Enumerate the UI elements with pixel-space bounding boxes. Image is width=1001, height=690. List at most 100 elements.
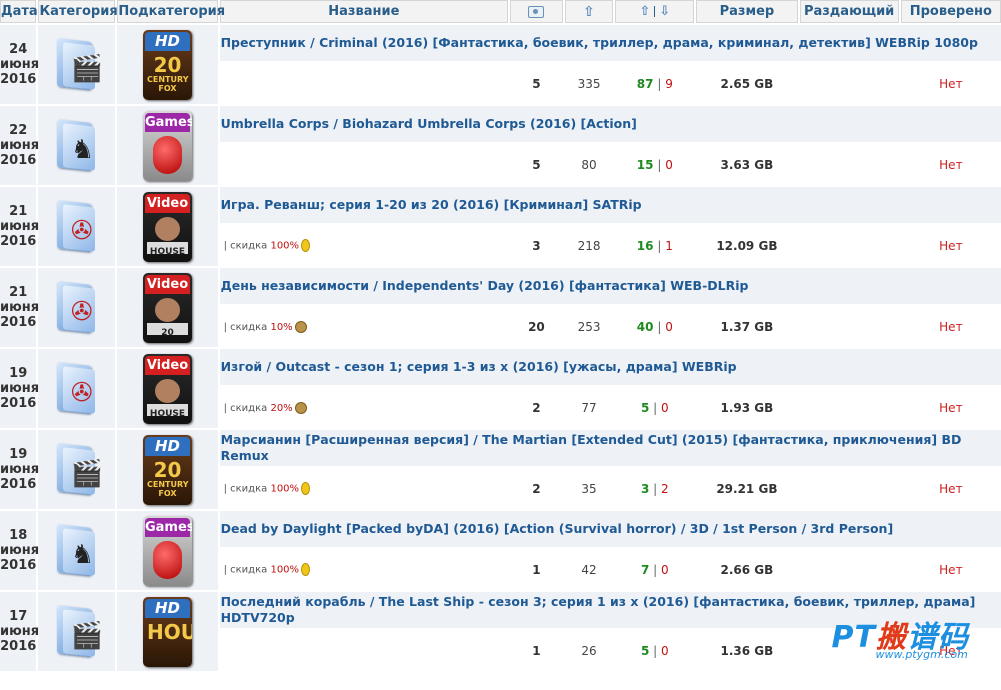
coin-icon <box>301 563 311 576</box>
row-checked: Нет <box>900 549 1001 590</box>
row-comments[interactable]: 3 <box>510 225 563 266</box>
row-uploader[interactable] <box>799 468 899 509</box>
row-downloads: 26 <box>564 630 614 671</box>
chess-folder-icon[interactable]: ♞ <box>49 522 105 580</box>
row-subcategory[interactable]: Games <box>117 511 218 590</box>
film-folder-icon[interactable]: 🎬 <box>49 441 105 499</box>
subcategory-logo: HOUSE <box>146 619 192 644</box>
row-title-cell: Изгой / Outcast - сезон 1; серия 1-3 из … <box>219 349 1001 385</box>
row-peers[interactable]: 5 | 0 <box>615 630 695 671</box>
reel-folder-icon[interactable]: ✇ <box>49 360 105 418</box>
watermark-url: www.ptygm.com <box>875 648 968 661</box>
row-discount <box>219 144 509 185</box>
chess-folder-icon[interactable]: ♞ <box>49 117 105 175</box>
torrent-title-link[interactable]: День независимости / Independents' Day (… <box>221 278 1001 294</box>
torrent-title-link[interactable]: Dead by Daylight [Packed byDA] (2016) [A… <box>221 521 1001 537</box>
subcategory-video-icon[interactable]: Video HOUSE <box>142 353 192 424</box>
header-title[interactable]: Название <box>219 0 509 23</box>
row-subcategory[interactable]: HDHOUSE <box>117 592 218 671</box>
header-size[interactable]: Размер <box>696 0 798 23</box>
row-category[interactable]: ♞ <box>38 106 116 185</box>
row-checked: Нет <box>900 468 1001 509</box>
row-downloads: 253 <box>564 306 614 347</box>
row-peers[interactable]: 40 | 0 <box>615 306 695 347</box>
row-category[interactable]: ✇ <box>38 187 116 266</box>
subcategory-mouse-icon <box>152 540 182 579</box>
subcategory-badge: Video <box>144 274 190 294</box>
subcategory-badge: HD <box>144 436 190 456</box>
header-checked[interactable]: Проверено <box>900 0 1001 23</box>
row-peers[interactable]: 5 | 0 <box>615 387 695 428</box>
row-peers[interactable]: 3 | 2 <box>615 468 695 509</box>
row-peers[interactable]: 15 | 0 <box>615 144 695 185</box>
subcategory-hd-icon[interactable]: HD 20 CENTURY FOX <box>142 29 192 100</box>
subcategory-video-icon[interactable]: Video 20 <box>142 272 192 343</box>
row-peers[interactable]: 7 | 0 <box>615 549 695 590</box>
row-category[interactable]: ✇ <box>38 268 116 347</box>
row-category[interactable]: 🎬 <box>38 592 116 671</box>
row-subcategory[interactable]: HD 20 CENTURY FOX <box>117 430 218 509</box>
row-comments[interactable]: 2 <box>510 387 563 428</box>
seeders-arrow-icon: ⇧ <box>639 4 651 19</box>
torrent-title-link[interactable]: Преступник / Criminal (2016) [Фантастика… <box>221 35 1001 51</box>
header-downloads[interactable]: ⇧ <box>564 0 614 23</box>
row-category[interactable]: 🎬 <box>38 25 116 104</box>
torrent-title-link[interactable]: Марсианин [Расширенная версия] / The Mar… <box>221 432 1001 464</box>
reel-folder-icon[interactable]: ✇ <box>49 198 105 256</box>
seeders-count: 3 <box>640 481 650 496</box>
subcategory-games-icon[interactable]: Games <box>142 110 192 181</box>
row-category[interactable]: ✇ <box>38 349 116 428</box>
row-category[interactable]: 🎬 <box>38 430 116 509</box>
row-uploader[interactable] <box>799 387 899 428</box>
row-subcategory[interactable]: Video 20 <box>117 268 218 347</box>
table-row: 21 июня 2016 ✇ Video HOUSE Игра. Реванш; серия… <box>0 187 1001 266</box>
row-comments[interactable]: 20 <box>510 306 563 347</box>
film-folder-icon[interactable]: 🎬 <box>49 36 105 94</box>
row-title-cell: Игра. Реванш; серия 1-20 из 20 (2016) [К… <box>219 187 1001 223</box>
row-peers[interactable]: 16 | 1 <box>615 225 695 266</box>
row-uploader[interactable] <box>799 549 899 590</box>
row-comments[interactable]: 1 <box>510 549 563 590</box>
row-downloads: 80 <box>564 144 614 185</box>
subcategory-badge: Games <box>144 517 192 537</box>
subcategory-badge: Games <box>144 112 192 132</box>
subcategory-video-icon[interactable]: Video HOUSE <box>142 191 192 262</box>
row-comments[interactable]: 5 <box>510 144 563 185</box>
row-subcategory[interactable]: Games <box>117 106 218 185</box>
header-peers[interactable]: ⇧ ⇩ <box>615 0 695 23</box>
row-subcategory[interactable]: Video HOUSE <box>117 349 218 428</box>
film-folder-icon[interactable]: 🎬 <box>49 603 105 661</box>
subcategory-logo: 20 <box>146 322 188 338</box>
row-discount: | скидка 100% <box>219 468 509 509</box>
row-subcategory[interactable]: Video HOUSE <box>117 187 218 266</box>
reel-folder-icon[interactable]: ✇ <box>49 279 105 337</box>
subcategory-hd-icon[interactable]: HD 20 CENTURY FOX <box>142 434 192 505</box>
table-row: 22 июня 2016 ♞ Games Umbrella Corps / Biohaza… <box>0 106 1001 185</box>
subcategory-games-icon[interactable]: Games <box>142 515 192 586</box>
row-discount: | скидка 100% <box>219 549 509 590</box>
row-uploader[interactable] <box>799 63 899 104</box>
header-uploader[interactable]: Раздающий <box>799 0 899 23</box>
row-comments[interactable]: 5 <box>510 63 563 104</box>
row-date: 17 июня 2016 <box>0 592 39 671</box>
torrent-title-link[interactable]: Umbrella Corps / Biohazard Umbrella Corp… <box>221 116 1001 132</box>
arrow-up-icon: ⇧ <box>583 3 595 20</box>
row-peers[interactable]: 87 | 9 <box>615 63 695 104</box>
row-category[interactable]: ♞ <box>38 511 116 590</box>
row-comments[interactable]: 2 <box>510 468 563 509</box>
row-comments[interactable]: 1 <box>510 630 563 671</box>
header-date[interactable]: Дата <box>0 0 38 23</box>
row-title-cell: День независимости / Independents' Day (… <box>219 268 1001 304</box>
row-discount <box>219 630 509 671</box>
row-uploader[interactable] <box>799 225 899 266</box>
header-category[interactable]: Категория <box>38 0 118 23</box>
torrent-title-link[interactable]: Изгой / Outcast - сезон 1; серия 1-3 из … <box>221 359 1001 375</box>
row-uploader[interactable] <box>799 306 899 347</box>
row-subcategory[interactable]: HD 20 CENTURY FOX <box>117 25 218 104</box>
row-uploader[interactable] <box>799 144 899 185</box>
header-subcategory[interactable]: Подкатегория <box>117 0 225 23</box>
subcategory-hd-icon[interactable]: HDHOUSE <box>142 596 192 667</box>
header-comments[interactable] <box>510 0 563 23</box>
leechers-count: 0 <box>661 400 669 415</box>
torrent-title-link[interactable]: Игра. Реванш; серия 1-20 из 20 (2016) [К… <box>221 197 1001 213</box>
